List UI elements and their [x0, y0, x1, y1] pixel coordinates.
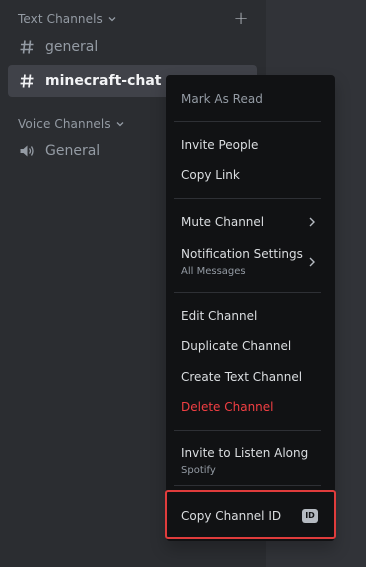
menu-item-notification-settings[interactable]: Notification Settings All Messages: [181, 246, 326, 280]
menu-item-edit-channel[interactable]: Edit Channel: [181, 308, 326, 324]
chevron-down-icon: [116, 122, 124, 127]
menu-item-create-text-channel[interactable]: Create Text Channel: [181, 369, 326, 385]
chevron-right-icon: [309, 217, 315, 227]
invite-listen-sub: Spotify: [181, 465, 216, 476]
menu-separator: [174, 430, 321, 431]
create-channel-plus-icon[interactable]: +: [232, 10, 250, 28]
notification-settings-value: All Messages: [181, 266, 246, 277]
voice-channels-category[interactable]: Voice Channels: [18, 114, 124, 134]
sidebar-channel-general[interactable]: general: [8, 31, 257, 63]
menu-separator: [174, 121, 321, 122]
menu-item-duplicate-channel[interactable]: Duplicate Channel: [181, 338, 326, 354]
menu-item-mark-as-read[interactable]: Mark As Read: [181, 91, 326, 107]
notification-settings-label: Notification Settings: [181, 247, 303, 261]
menu-separator: [174, 198, 321, 199]
hashtag-icon: [20, 40, 34, 54]
chevron-down-icon: [108, 17, 116, 22]
menu-item-invite-to-listen-along[interactable]: Invite to Listen Along Spotify: [181, 445, 326, 479]
invite-listen-label: Invite to Listen Along: [181, 446, 309, 460]
channel-name: General: [45, 143, 101, 159]
menu-separator: [174, 485, 321, 486]
menu-separator: [174, 292, 321, 293]
text-channels-label: Text Channels: [18, 12, 103, 26]
text-channels-category[interactable]: Text Channels: [18, 9, 116, 29]
chevron-right-icon: [309, 257, 315, 267]
hashtag-icon: [20, 74, 34, 88]
menu-item-copy-link[interactable]: Copy Link: [181, 167, 326, 183]
menu-item-invite-people[interactable]: Invite People: [181, 137, 326, 153]
voice-channels-label: Voice Channels: [18, 117, 111, 131]
menu-item-mute-channel[interactable]: Mute Channel: [181, 214, 326, 230]
channel-name: general: [45, 39, 99, 55]
highlight-box: [165, 490, 336, 539]
speaker-icon: [20, 145, 34, 157]
menu-item-delete-channel[interactable]: Delete Channel: [181, 399, 326, 415]
channel-name: minecraft-chat: [45, 73, 162, 89]
